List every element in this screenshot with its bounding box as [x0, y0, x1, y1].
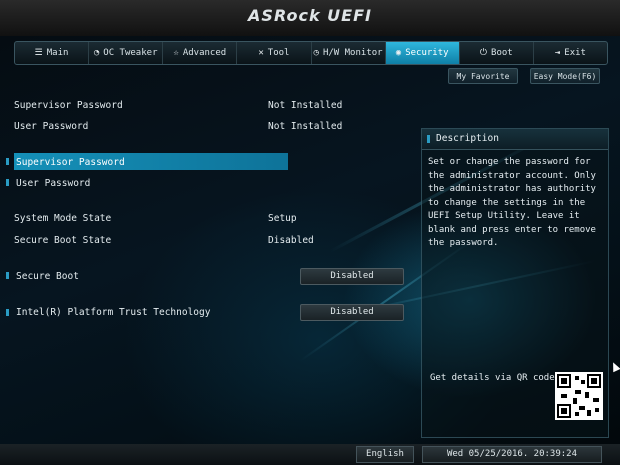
description-panel: Description Set or change the password f… [421, 128, 609, 438]
user-password-status-value: Not Installed [268, 121, 343, 132]
tab-main[interactable]: ☰ Main [15, 42, 90, 64]
secure-boot-state-value: Disabled [268, 235, 314, 246]
tab-exit[interactable]: ⇥ Exit [534, 42, 607, 64]
item-bullet [6, 272, 9, 279]
secure-boot-state-label: Secure Boot State [14, 235, 112, 246]
qr-code-icon[interactable] [555, 372, 603, 420]
description-header: Description [422, 129, 608, 150]
tab-tool[interactable]: ✕ Tool [237, 42, 312, 64]
tab-label: Tool [267, 48, 290, 58]
item-bullet [6, 158, 9, 165]
language-button[interactable]: English [356, 446, 414, 463]
secure-boot-dropdown[interactable]: Disabled [300, 268, 404, 285]
supervisor-password-status-label: Supervisor Password [14, 100, 123, 111]
list-icon: ☰ [34, 48, 43, 58]
clock-icon: ◷ [313, 48, 319, 58]
secure-boot-item[interactable]: Secure Boot [16, 271, 79, 282]
date-time-display: Wed 05/25/2016. 20:39:24 [422, 446, 602, 463]
exit-icon: ⇥ [554, 48, 561, 58]
wrench-icon: ✕ [258, 48, 264, 58]
tab-label: Boot [491, 48, 513, 58]
system-mode-state-label: System Mode State [14, 213, 112, 224]
item-bullet [6, 179, 9, 186]
item-bullet [6, 309, 9, 316]
ptt-dropdown[interactable]: Disabled [300, 304, 404, 321]
tab-label: OC Tweaker [103, 48, 158, 58]
power-icon: ⏻ [479, 48, 488, 58]
user-password-status-label: User Password [14, 121, 89, 132]
system-mode-state-value: Setup [268, 213, 297, 224]
title-bar: ASRock UEFI [0, 0, 620, 36]
user-password-item[interactable]: User Password [16, 178, 90, 189]
tab-security[interactable]: ◉ Security [385, 42, 460, 64]
tab-label: Exit [564, 48, 586, 58]
tab-label: Security [405, 48, 449, 58]
easy-mode-button[interactable]: Easy Mode(F6) [530, 68, 600, 84]
supervisor-password-item[interactable]: Supervisor Password [16, 157, 125, 168]
my-favorite-button[interactable]: My Favorite [448, 68, 518, 84]
tab-advanced[interactable]: ☆ Advanced [163, 42, 238, 64]
description-text: Set or change the password for the admin… [428, 157, 596, 248]
tab-label: H/W Monitor [322, 48, 383, 58]
header-bullet [427, 135, 430, 143]
qr-label: Get details via QR code [430, 373, 555, 383]
main-tab-bar: ☰ Main ◔ OC Tweaker ☆ Advanced ✕ Tool ◷ H/W M… [14, 41, 608, 65]
tab-label: Advanced [182, 48, 227, 58]
star-icon: ☆ [173, 48, 179, 58]
ptt-item[interactable]: Intel(R) Platform Trust Technology [16, 307, 210, 318]
supervisor-password-status-value: Not Installed [268, 100, 343, 111]
tab-oc-tweaker[interactable]: ◔ OC Tweaker [89, 42, 164, 64]
shield-icon: ◉ [395, 48, 402, 58]
gauge-icon: ◔ [93, 48, 100, 58]
description-title: Description [436, 133, 499, 144]
tab-label: Main [46, 48, 69, 58]
asrock-uefi-logo: ASRock UEFI [248, 6, 372, 25]
tab-boot[interactable]: ⏻ Boot [460, 42, 534, 64]
tab-hw-monitor[interactable]: ◷ H/W Monitor [312, 42, 386, 64]
